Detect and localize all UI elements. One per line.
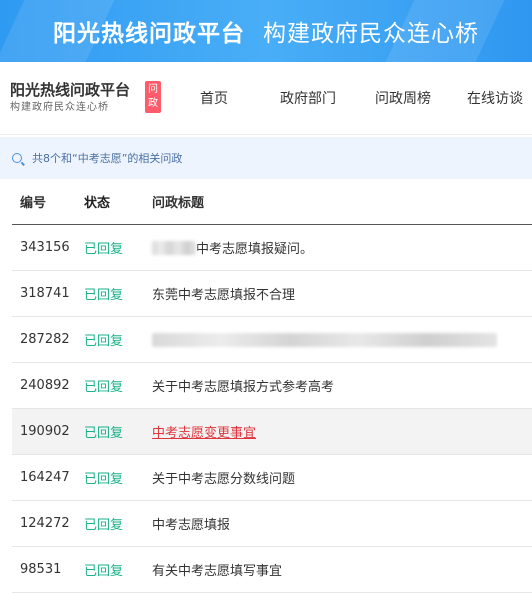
- redacted-text: [152, 240, 196, 255]
- logo-badge: 问政: [145, 81, 161, 113]
- nav-item-label: 在线访谈: [467, 91, 523, 107]
- top-banner: 阳光热线问政平台 构建政府民众连心桥: [0, 0, 532, 62]
- logo-subtitle: 构建政府民众连心桥: [10, 102, 109, 113]
- row-title[interactable]: 中考志愿变更事宜: [152, 422, 532, 441]
- nav-item-weekly-ranking[interactable]: 问政周榜: [375, 62, 431, 134]
- row-title[interactable]: 关于中考志愿填报方式参考高考: [152, 376, 532, 395]
- row-id: 240892: [20, 378, 70, 393]
- nav-item-online-interview[interactable]: 在线访谈: [467, 62, 523, 134]
- redacted-text: [152, 332, 497, 347]
- table-row[interactable]: 164247 已回复 关于中考志愿分数线问题: [12, 455, 532, 501]
- row-title[interactable]: 东莞中考志愿填报不合理: [152, 284, 532, 303]
- row-status: 已回复: [84, 564, 124, 579]
- results-table: 编号 状态 问政标题 343156 已回复 中考志愿填报疑问。 318741 已…: [12, 179, 532, 593]
- row-id: 98531: [20, 562, 62, 577]
- row-title[interactable]: [152, 332, 532, 347]
- row-id: 190902: [20, 424, 70, 439]
- row-id: 318741: [20, 286, 70, 301]
- logo-title: 阳光热线问政平台: [10, 81, 131, 99]
- header-title: 问政标题: [152, 196, 205, 211]
- table-row[interactable]: 318741 已回复 东莞中考志愿填报不合理: [12, 271, 532, 317]
- result-count-text: 共8个和“中考志愿”的相关问政: [32, 152, 183, 165]
- nav-item-departments[interactable]: 政府部门: [280, 62, 336, 134]
- table-row[interactable]: 287282 已回复: [12, 317, 532, 363]
- table-row[interactable]: 343156 已回复 中考志愿填报疑问。: [12, 225, 532, 271]
- row-title[interactable]: 中考志愿填报疑问。: [152, 238, 532, 257]
- row-title-text: 中考志愿填报疑问。: [196, 242, 314, 257]
- main-nav: 阳光热线问政平台 构建政府民众连心桥 问政 首页 政府部门 问政周榜 在线访谈: [0, 62, 532, 135]
- row-id: 124272: [20, 516, 70, 531]
- table-row[interactable]: 190902 已回复 中考志愿变更事宜: [12, 409, 532, 455]
- table-row[interactable]: 124272 已回复 中考志愿填报: [12, 501, 532, 547]
- banner-decoration: [0, 0, 115, 62]
- table-header: 编号 状态 问政标题: [12, 179, 532, 225]
- search-icon: [12, 153, 22, 163]
- search-result-notice: 共8个和“中考志愿”的相关问政: [0, 137, 532, 179]
- row-status: 已回复: [84, 518, 124, 533]
- nav-item-label: 问政周榜: [375, 91, 431, 107]
- nav-item-label: 政府部门: [280, 91, 336, 107]
- nav-item-label: 首页: [200, 91, 228, 107]
- site-logo[interactable]: 阳光热线问政平台 构建政府民众连心桥 问政: [10, 81, 161, 117]
- header-status: 状态: [84, 196, 111, 211]
- table-row[interactable]: 98531 已回复 有关中考志愿填写事宜: [12, 547, 532, 593]
- row-status: 已回复: [84, 334, 124, 349]
- row-id: 164247: [20, 470, 70, 485]
- row-title[interactable]: 有关中考志愿填写事宜: [152, 560, 532, 579]
- row-title[interactable]: 中考志愿填报: [152, 514, 532, 533]
- row-status: 已回复: [84, 380, 124, 395]
- header-id: 编号: [20, 196, 47, 211]
- row-status: 已回复: [84, 472, 124, 487]
- row-title-link[interactable]: 中考志愿变更事宜: [152, 422, 256, 441]
- row-status: 已回复: [84, 288, 124, 303]
- table-row[interactable]: 240892 已回复 关于中考志愿填报方式参考高考: [12, 363, 532, 409]
- row-id: 287282: [20, 332, 70, 347]
- row-status: 已回复: [84, 242, 124, 257]
- row-title[interactable]: 关于中考志愿分数线问题: [152, 468, 532, 487]
- row-status: 已回复: [84, 426, 124, 441]
- row-id: 343156: [20, 240, 70, 255]
- nav-item-home[interactable]: 首页: [200, 62, 228, 134]
- banner-decoration: [385, 0, 505, 62]
